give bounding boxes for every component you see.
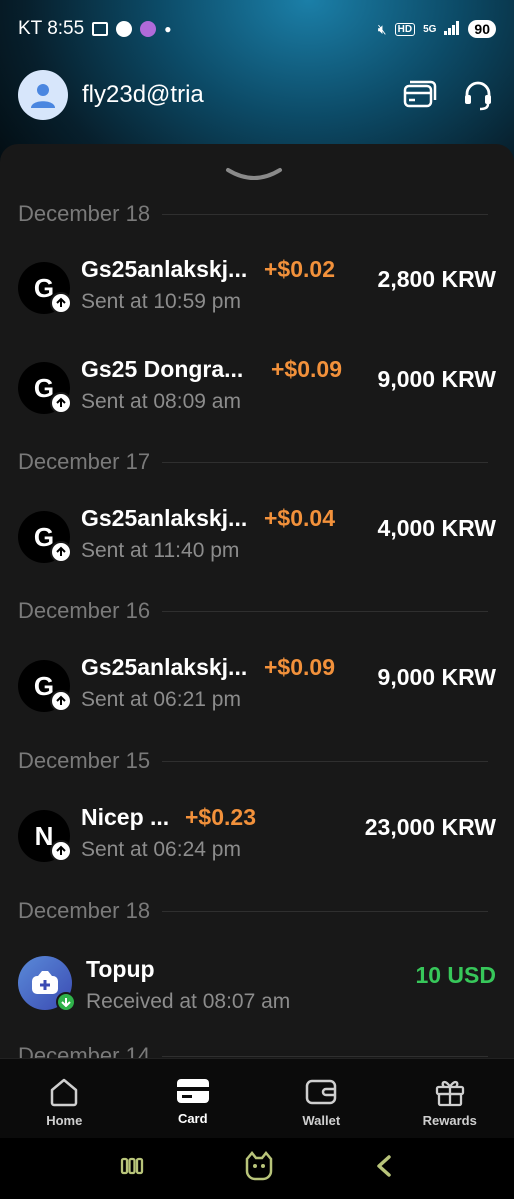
talk-notification-icon	[116, 21, 133, 37]
support-button[interactable]	[460, 77, 496, 113]
transaction-amount: 4,000 KRW	[377, 515, 496, 541]
date-header: December 16	[18, 596, 488, 626]
transaction-title: Topup	[86, 956, 155, 982]
transaction-row[interactable]: N Nicep ... +$0.23 Sent at 06:24 pm 23,0…	[18, 804, 496, 868]
transaction-reward: +$0.09	[271, 356, 342, 382]
account-header: fly23d@tria	[18, 70, 496, 120]
cards-button[interactable]	[402, 77, 438, 113]
more-notifications-icon: ●	[164, 22, 172, 36]
sheet-handle[interactable]	[224, 164, 284, 184]
transaction-amount: 23,000 KRW	[364, 814, 496, 840]
back-icon[interactable]	[374, 1154, 394, 1183]
cards-icon	[403, 80, 437, 108]
mute-icon: 🔇︎	[377, 20, 387, 37]
gift-icon	[435, 1080, 464, 1107]
date-header: December 18	[18, 896, 488, 926]
arrow-up-icon	[50, 541, 72, 563]
transaction-time: Sent at 08:09 am	[81, 390, 241, 413]
transaction-time: Sent at 11:40 pm	[81, 539, 240, 562]
arrow-up-icon	[50, 690, 72, 712]
nav-home[interactable]: Home	[0, 1059, 129, 1138]
card-icon	[176, 1079, 209, 1103]
bottom-navigation: Home Card Wallet Rewards	[0, 1058, 514, 1138]
topup-row[interactable]: Topup Received at 08:07 am 10 USD	[18, 956, 496, 1020]
nav-rewards[interactable]: Rewards	[386, 1059, 514, 1138]
battery-indicator: 90	[468, 20, 496, 38]
carrier-time: KT 8:55	[18, 18, 85, 39]
transaction-amount: 10 USD	[415, 962, 496, 988]
transaction-title: Gs25anlakskj...	[81, 256, 248, 282]
date-header: December 18	[18, 199, 488, 229]
headset-icon	[465, 81, 491, 111]
transaction-reward: +$0.04	[264, 505, 335, 531]
arrow-up-icon	[50, 292, 72, 314]
transaction-time: Sent at 06:21 pm	[81, 688, 241, 711]
username[interactable]: fly23d@tria	[82, 81, 204, 109]
chevron-down-icon	[226, 168, 282, 180]
transaction-reward: +$0.23	[185, 804, 256, 830]
transaction-row[interactable]: G Gs25anlakskj... +$0.04 Sent at 11:40 p…	[18, 505, 496, 569]
signal-icon	[444, 20, 460, 38]
status-bar: KT 8:55 ● 🔇︎ HD 5G 90	[0, 0, 514, 58]
nav-wallet[interactable]: Wallet	[257, 1059, 386, 1138]
transaction-row[interactable]: G Gs25anlakskj... +$0.09 Sent at 06:21 p…	[18, 654, 496, 718]
system-navigation-bar	[0, 1138, 514, 1199]
transaction-title: Gs25anlakskj...	[81, 654, 248, 680]
date-header: December 17	[18, 447, 488, 477]
avatar[interactable]	[18, 70, 68, 120]
hd-icon: HD	[394, 22, 416, 36]
transaction-amount: 2,800 KRW	[377, 266, 496, 292]
date-header: December 14	[18, 1041, 488, 1058]
nav-card[interactable]: Card	[129, 1059, 258, 1138]
transaction-amount: 9,000 KRW	[377, 664, 496, 690]
recent-apps-icon[interactable]	[120, 1156, 144, 1181]
wallet-icon	[306, 1079, 337, 1105]
transactions-sheet[interactable]: December 18 G Gs25anlakskj... +$0.02 Sen…	[0, 144, 514, 1058]
transaction-row[interactable]: G Gs25 Dongra... +$0.09 Sent at 08:09 am…	[18, 356, 496, 420]
transaction-time: Sent at 06:24 pm	[81, 838, 241, 861]
user-icon	[31, 84, 55, 108]
transaction-row[interactable]: G Gs25anlakskj... +$0.02 Sent at 10:59 p…	[18, 256, 496, 320]
transaction-title: Gs25 Dongra...	[81, 356, 244, 382]
network-5g-icon: 5G	[423, 23, 437, 35]
transaction-reward: +$0.09	[264, 654, 335, 680]
calendar-notification-icon	[92, 22, 109, 36]
transaction-amount: 9,000 KRW	[377, 366, 496, 392]
arrow-up-icon	[50, 392, 72, 414]
home-icon	[51, 1078, 78, 1107]
home-button-icon[interactable]	[243, 1151, 275, 1186]
date-header: December 15	[18, 746, 488, 776]
transaction-time: Sent at 10:59 pm	[81, 290, 241, 313]
app-notification-icon	[140, 21, 157, 37]
arrow-down-icon	[56, 992, 76, 1012]
transaction-reward: +$0.02	[264, 256, 335, 282]
transaction-title: Gs25anlakskj...	[81, 505, 248, 531]
transaction-time: Received at 08:07 am	[86, 990, 291, 1013]
transaction-title: Nicep ...	[81, 804, 170, 830]
arrow-up-icon	[50, 840, 72, 862]
